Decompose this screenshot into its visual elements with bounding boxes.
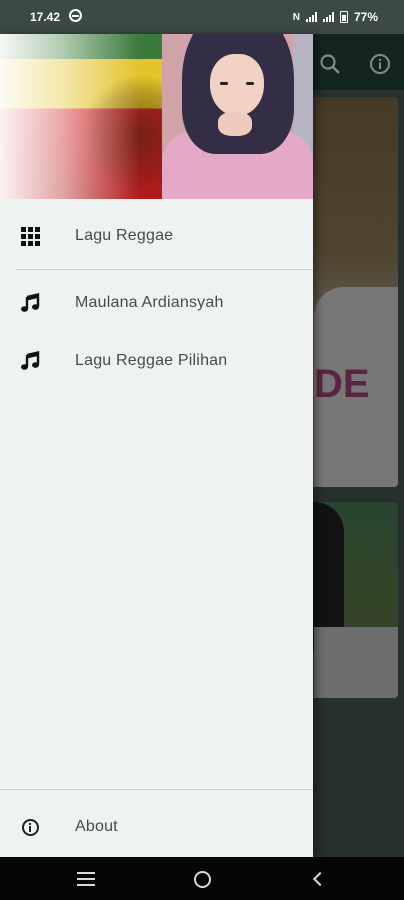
- status-time: 17.42: [30, 10, 61, 24]
- signal-icon: [305, 12, 317, 22]
- status-bar: 17.42 N 77%: [0, 0, 404, 34]
- drawer-item-maulana-ardiansyah[interactable]: Maulana Ardiansyah: [0, 275, 313, 331]
- artist-photo: [162, 34, 313, 199]
- battery-icon: [339, 11, 348, 23]
- back-icon[interactable]: [306, 868, 330, 890]
- music-note-icon: [20, 351, 40, 371]
- drawer-item-label: Lagu Reggae Pilihan: [75, 352, 228, 369]
- network-indicator: N: [292, 11, 300, 23]
- recent-apps-icon[interactable]: [74, 868, 98, 890]
- drawer-item-label: Maulana Ardiansyah: [75, 294, 224, 311]
- divider: [0, 789, 313, 790]
- battery-percentage: 77%: [353, 10, 378, 24]
- drawer-header-image: [0, 34, 313, 199]
- navigation-drawer: Lagu Reggae Maulana Ardiansyah Lagu Regg…: [0, 34, 313, 857]
- drawer-item-lagu-reggae[interactable]: Lagu Reggae: [0, 208, 313, 264]
- home-icon[interactable]: [190, 868, 214, 890]
- music-note-icon: [20, 293, 40, 313]
- system-navigation-bar: [0, 857, 404, 900]
- grid-icon: [20, 226, 40, 246]
- info-icon: [20, 817, 40, 837]
- drawer-item-label: About: [75, 818, 118, 835]
- vpn-icon: [69, 9, 82, 22]
- drawer-item-about[interactable]: About: [0, 799, 313, 855]
- divider: [16, 269, 313, 270]
- signal-icon: [322, 12, 334, 22]
- drawer-item-label: Lagu Reggae: [75, 227, 174, 244]
- drawer-item-lagu-reggae-pilihan[interactable]: Lagu Reggae Pilihan: [0, 333, 313, 389]
